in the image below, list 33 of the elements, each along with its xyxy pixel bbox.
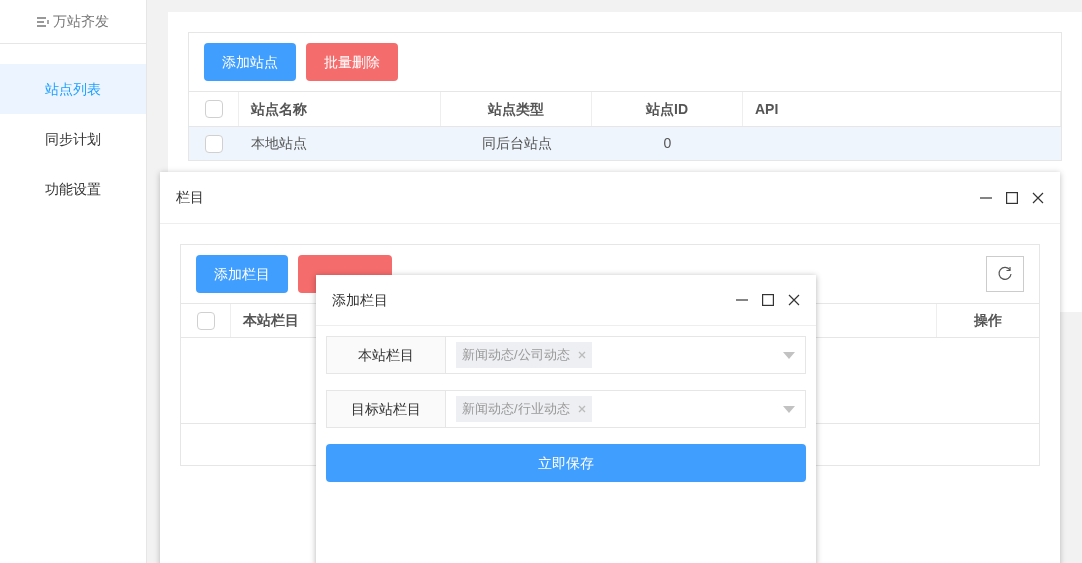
maximize-icon[interactable] [762, 294, 774, 306]
select-field[interactable]: 目标站栏目 新闻动态/行业动态 [326, 390, 806, 428]
tag-chip: 新闻动态/行业动态 [456, 396, 592, 422]
app-title: 万站齐发 [53, 12, 109, 31]
sidebar-item[interactable]: 同步计划 [0, 114, 146, 164]
refresh-icon [997, 266, 1013, 282]
close-icon[interactable] [1032, 191, 1044, 204]
action-button[interactable]: 批量删除 [306, 43, 398, 81]
maximize-icon[interactable] [1006, 191, 1018, 204]
select-field[interactable]: 本站栏目 新闻动态/公司动态 [326, 336, 806, 374]
select-all-checkbox[interactable] [204, 100, 223, 118]
menu-icon[interactable] [37, 16, 49, 27]
action-button[interactable]: 添加站点 [204, 43, 296, 81]
sidebar-item[interactable]: 功能设置 [0, 164, 146, 214]
column-header: 操作 [974, 311, 1002, 330]
row-checkbox[interactable] [205, 134, 223, 153]
column-header: 本站栏目 [243, 311, 299, 330]
field-label: 目标站栏目 [327, 391, 446, 427]
table-cell-text: 本地站点 [251, 134, 307, 153]
refresh-button[interactable] [986, 256, 1024, 292]
caret-icon [783, 405, 795, 413]
select-all-checkbox[interactable] [196, 311, 215, 330]
caret-icon [783, 351, 795, 359]
tag-chip: 新闻动态/公司动态 [456, 342, 592, 368]
save-button[interactable]: 立即保存 [326, 444, 806, 482]
dialog-title: 栏目 [176, 188, 204, 207]
table-cell-text: 0 [663, 134, 672, 153]
close-icon[interactable] [788, 294, 800, 306]
action-button[interactable]: 添加栏目 [196, 255, 288, 293]
table-cell-text: 同后台站点 [481, 134, 552, 153]
sidebar-item[interactable]: 站点列表 [0, 64, 146, 114]
dialog-title: 添加栏目 [332, 290, 388, 310]
field-label: 本站栏目 [327, 337, 446, 373]
